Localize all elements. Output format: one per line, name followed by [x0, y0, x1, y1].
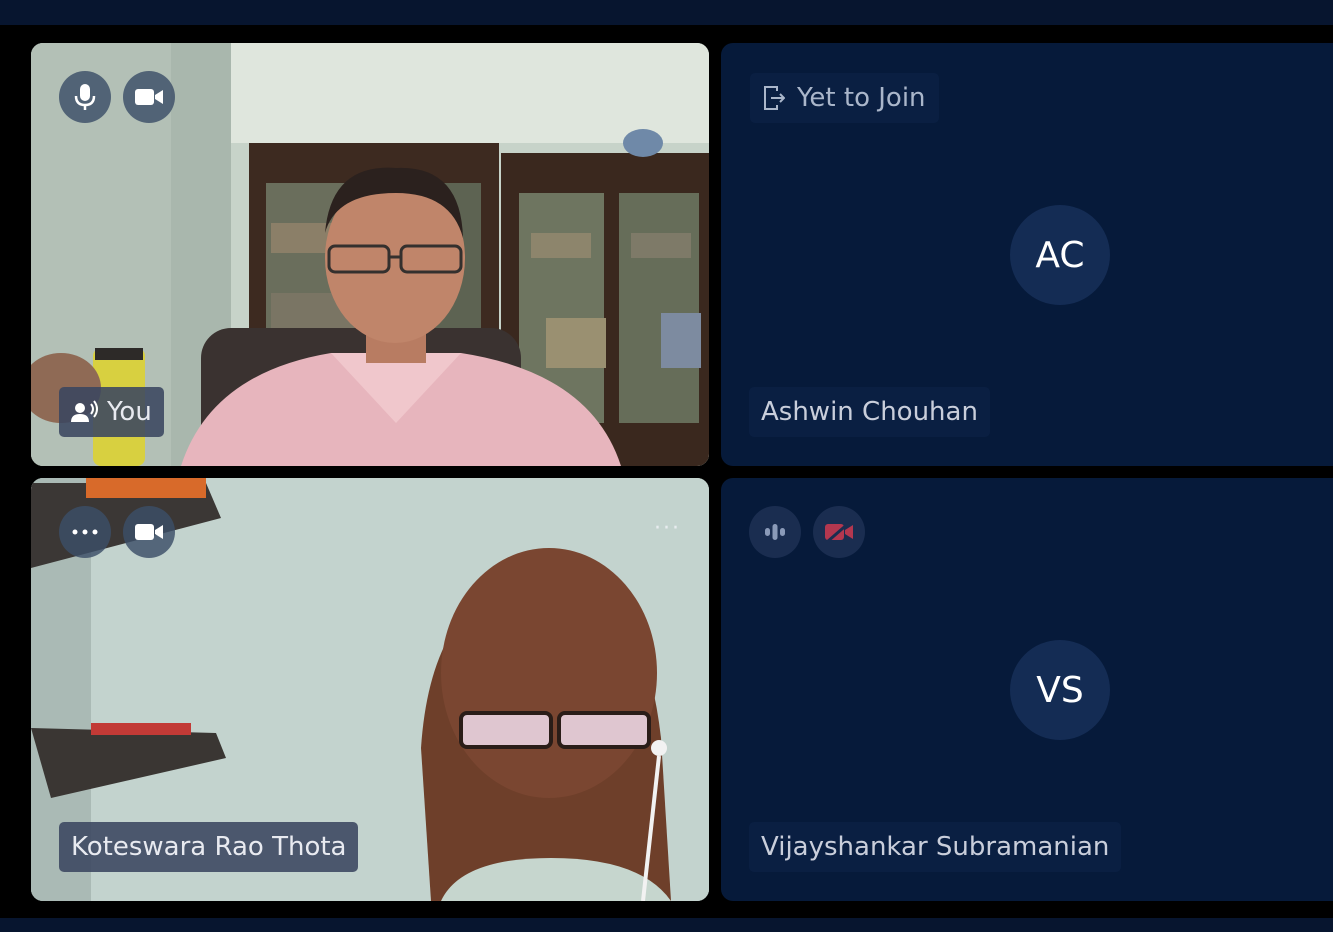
- participant-name-tag: Ashwin Chouhan: [749, 387, 990, 437]
- microphone-icon: [74, 84, 96, 110]
- self-controls: [59, 71, 175, 123]
- bottom-bar: [0, 918, 1333, 932]
- participant-tile-koteswara[interactable]: ··· Koteswara Rao Thota: [31, 478, 709, 901]
- koteswara-controls: [59, 506, 175, 558]
- participant-name: Vijayshankar Subramanian: [761, 832, 1110, 862]
- video-off-icon: [825, 520, 853, 544]
- participant-name-tag: Koteswara Rao Thota: [59, 822, 359, 872]
- participant-name: Koteswara Rao Thota: [71, 832, 347, 862]
- audio-level-icon: [765, 524, 785, 540]
- participant-name-tag: You: [59, 387, 164, 437]
- top-bar: [0, 0, 1333, 25]
- more-options-icon: [72, 529, 98, 535]
- participant-name: Ashwin Chouhan: [761, 397, 978, 427]
- video-camera-icon: [135, 89, 163, 105]
- tile-menu-icon[interactable]: ···: [654, 518, 681, 540]
- participant-tile-ashwin[interactable]: Yet to Join AC Ashwin Chouhan: [721, 43, 1333, 466]
- speaking-user-icon: [71, 400, 98, 422]
- participant-name: You: [107, 397, 152, 427]
- participant-tile-self[interactable]: You: [31, 43, 709, 466]
- exit-door-icon: [764, 86, 785, 110]
- vijay-controls: [749, 506, 865, 558]
- more-options-button[interactable]: [59, 506, 111, 558]
- join-status-badge: Yet to Join: [750, 73, 939, 123]
- participant-tile-vijay[interactable]: VS Vijayshankar Subramanian: [721, 478, 1333, 901]
- avatar: AC: [1010, 205, 1110, 305]
- join-status-text: Yet to Join: [797, 83, 926, 113]
- avatar: VS: [1010, 640, 1110, 740]
- video-camera-icon: [135, 524, 163, 540]
- audio-level-indicator: [749, 506, 801, 558]
- microphone-button[interactable]: [59, 71, 111, 123]
- camera-button[interactable]: [123, 506, 175, 558]
- camera-button[interactable]: [123, 71, 175, 123]
- camera-off-button[interactable]: [813, 506, 865, 558]
- participant-name-tag: Vijayshankar Subramanian: [749, 822, 1122, 872]
